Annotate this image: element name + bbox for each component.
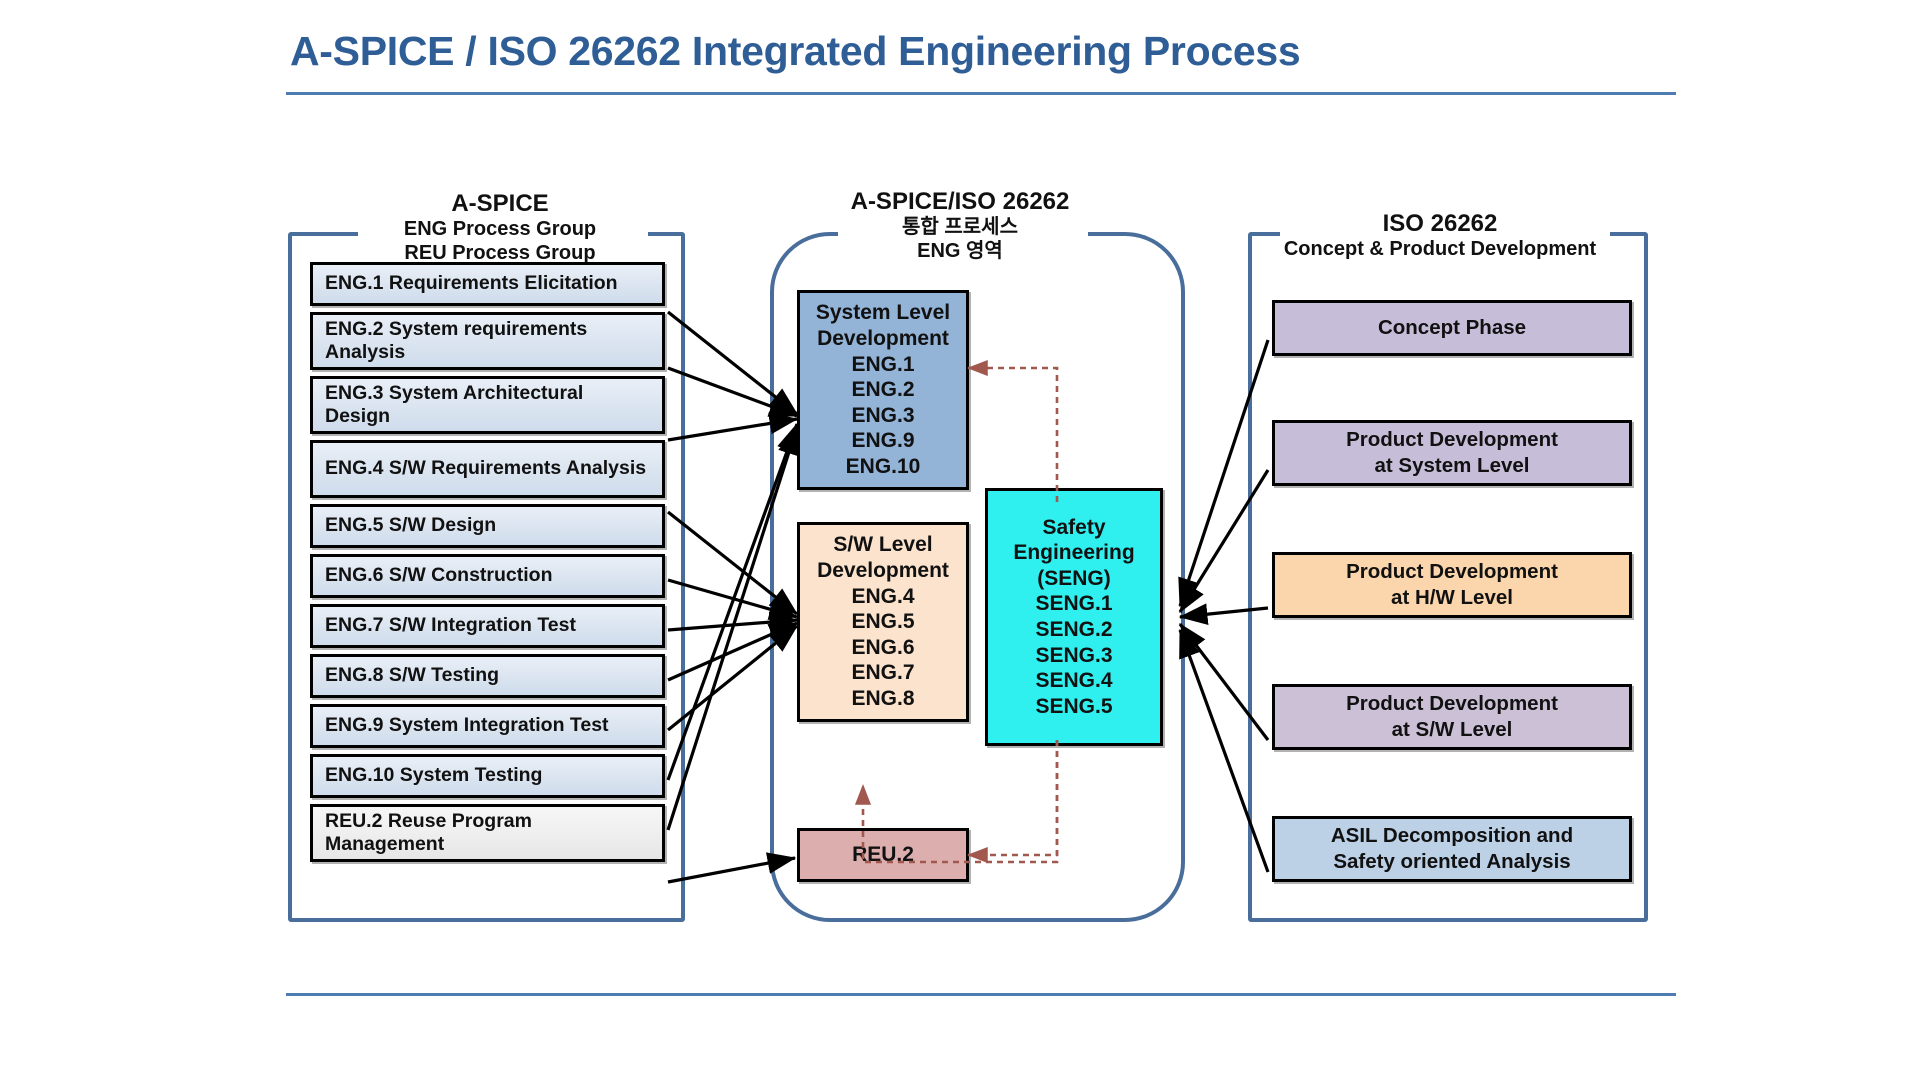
center-box-line: ENG.3 <box>851 403 915 427</box>
center-box-sw-level-development[interactable]: S/W Level Development ENG.4 ENG.5 ENG.6 ENG.7… <box>797 522 969 722</box>
center-box-line: ENG.10 <box>845 455 921 479</box>
aspice-process-label: ENG.9 System Integration Test <box>325 714 609 737</box>
iso-phase-line: Product Development <box>1346 428 1558 452</box>
aspice-process-label: ENG.7 S/W Integration Test <box>325 614 576 637</box>
iso-phase-box[interactable]: Concept Phase <box>1272 300 1632 356</box>
left-heading-main: A-SPICE <box>451 190 549 217</box>
center-box-line: ENG.8 <box>851 687 915 711</box>
center-heading-sub2: ENG 영역 <box>917 239 1003 262</box>
aspice-process-label: ENG.8 S/W Testing <box>325 664 500 687</box>
right-column-heading: ISO 26262 Concept & Product Development <box>1245 210 1635 262</box>
iso-phase-line: Safety oriented Analysis <box>1333 850 1571 873</box>
aspice-process-label: ENG.4 S/W Requirements Analysis <box>325 457 647 480</box>
aspice-process-box[interactable]: REU.2 Reuse Program Management <box>310 804 665 862</box>
center-box-line: ENG.5 <box>851 610 915 634</box>
center-heading-sub1: 통합 프로세스 <box>902 216 1018 239</box>
aspice-process-box[interactable]: ENG.5 S/W Design <box>310 504 665 548</box>
center-box-line: Development <box>817 326 949 350</box>
iso-phase-line: at S/W Level <box>1391 718 1513 741</box>
aspice-process-box[interactable]: ENG.1 Requirements Elicitation <box>310 262 665 306</box>
aspice-process-box[interactable]: ENG.2 System requirements Analysis <box>310 312 665 370</box>
aspice-process-box[interactable]: ENG.4 S/W Requirements Analysis <box>310 440 665 498</box>
center-box-line: ENG.2 <box>851 378 915 402</box>
iso-phase-box[interactable]: ASIL Decomposition and Safety oriented An… <box>1272 816 1632 882</box>
iso-phase-box[interactable]: Product Development at System Level <box>1272 420 1632 486</box>
aspice-process-box[interactable]: ENG.10 System Testing <box>310 754 665 798</box>
aspice-process-label: ENG.5 S/W Design <box>325 514 497 537</box>
aspice-process-label: ENG.2 System requirements Analysis <box>325 317 588 363</box>
center-box-line: (SENG) <box>1037 566 1111 590</box>
aspice-process-box[interactable]: ENG.8 S/W Testing <box>310 654 665 698</box>
iso-phase-line: Product Development <box>1346 560 1558 584</box>
center-heading-main: A-SPICE/ISO 26262 <box>850 188 1070 215</box>
right-heading-main: ISO 26262 <box>1382 210 1498 237</box>
page-title: A-SPICE / ISO 26262 Integrated Engineeri… <box>290 28 1301 74</box>
iso-phase-line: at System Level <box>1374 454 1530 477</box>
left-heading-sub1: ENG Process Group <box>403 218 597 241</box>
center-box-line: Development <box>817 558 949 582</box>
center-box-line: SENG.3 <box>1035 643 1113 667</box>
center-box-line: SENG.2 <box>1035 618 1113 641</box>
center-box-line: Safety <box>1042 515 1106 539</box>
iso-phase-line: Product Development <box>1346 692 1558 716</box>
center-box-line: ENG.9 <box>851 429 915 453</box>
center-box-line: ENG.1 <box>851 352 915 376</box>
iso-phase-line: ASIL Decomposition and <box>1330 824 1574 848</box>
iso-phase-line: at H/W Level <box>1391 586 1513 609</box>
center-column-heading: A-SPICE/ISO 26262 통합 프로세스 ENG 영역 <box>820 188 1100 264</box>
aspice-process-label: ENG.3 System Architectural Design <box>325 381 584 427</box>
aspice-process-box[interactable]: ENG.6 S/W Construction <box>310 554 665 598</box>
center-box-line: S/W Level <box>833 533 933 557</box>
title-divider <box>286 92 1676 95</box>
iso-phase-box[interactable]: Product Development at H/W Level <box>1272 552 1632 618</box>
center-box-line: ENG.7 <box>851 661 915 685</box>
aspice-process-label: ENG.1 Requirements Elicitation <box>325 272 618 295</box>
center-box-reu2[interactable]: REU.2 <box>797 828 969 882</box>
aspice-process-box[interactable]: ENG.3 System Architectural Design <box>310 376 665 434</box>
center-box-line: REU.2 <box>852 843 914 867</box>
center-box-line: ENG.6 <box>851 635 915 659</box>
center-box-safety-engineering[interactable]: Safety Engineering (SENG) SENG.1 SENG.2 SENG.… <box>985 488 1163 746</box>
center-box-line: SENG.4 <box>1035 669 1113 693</box>
right-heading-sub1: Concept & Product Development <box>1283 238 1597 261</box>
aspice-process-label: ENG.6 S/W Construction <box>325 564 553 587</box>
left-column-heading: A-SPICE ENG Process Group REU Process Gr… <box>350 190 650 266</box>
iso-phase-box[interactable]: Product Development at S/W Level <box>1272 684 1632 750</box>
center-box-line: Engineering <box>1013 541 1135 565</box>
aspice-process-label: REU.2 Reuse Program Management <box>325 809 532 855</box>
center-box-system-level-development[interactable]: System Level Development ENG.1 ENG.2 ENG.3 EN… <box>797 290 969 490</box>
aspice-process-box[interactable]: ENG.9 System Integration Test <box>310 704 665 748</box>
iso-phase-line: Concept Phase <box>1377 316 1527 340</box>
center-box-line: SENG.1 <box>1035 592 1113 616</box>
aspice-process-label: ENG.10 System Testing <box>325 764 543 787</box>
center-box-line: ENG.4 <box>851 584 915 608</box>
center-box-line: System Level <box>815 301 951 325</box>
aspice-process-box[interactable]: ENG.7 S/W Integration Test <box>310 604 665 648</box>
bottom-divider <box>286 993 1676 996</box>
center-box-line: SENG.5 <box>1035 694 1113 718</box>
